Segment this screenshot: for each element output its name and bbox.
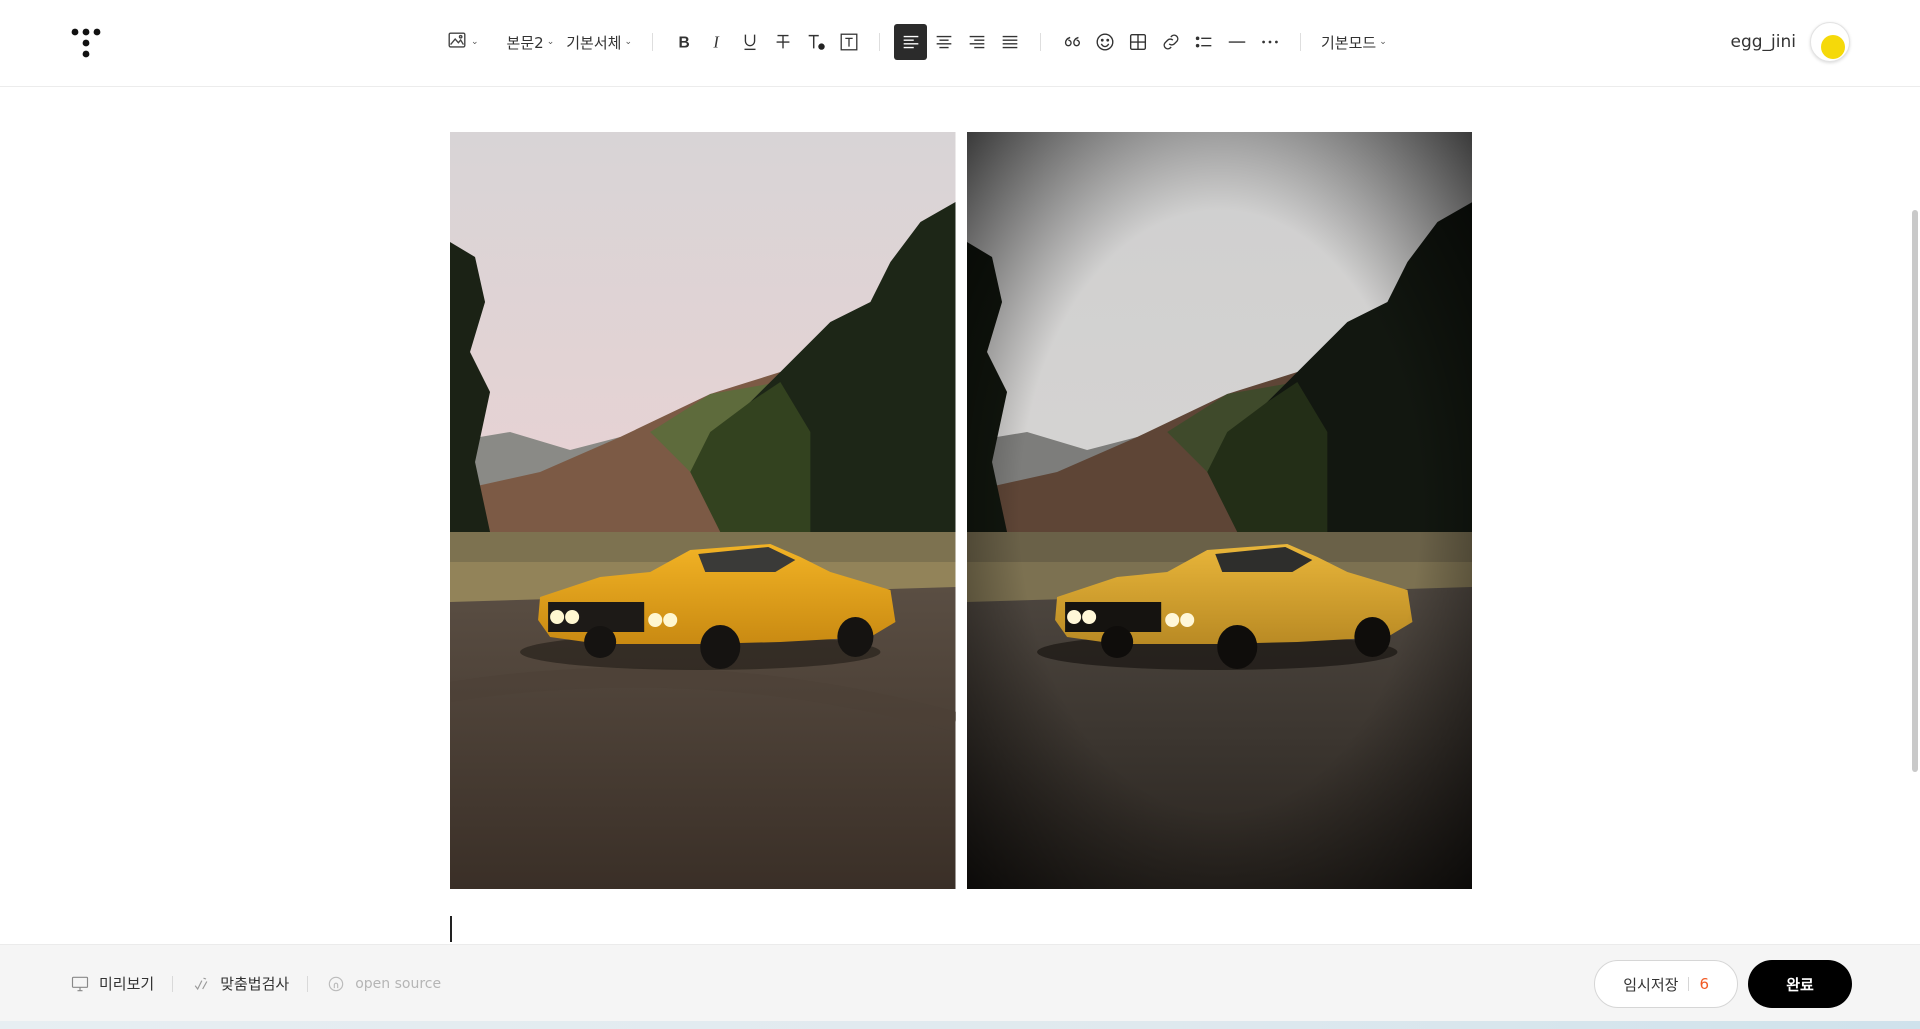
quote-icon (1064, 36, 1080, 47)
preview-button[interactable]: 미리보기 (70, 973, 154, 994)
editor-footer: 미리보기 맞춤법검사 open source 임시저장 6 완료 (0, 944, 1920, 1021)
temp-save-label: 임시저장 (1623, 975, 1679, 994)
open-source-icon (328, 976, 344, 991)
align-justify-button[interactable] (993, 24, 1026, 60)
underline-icon (744, 34, 755, 51)
temp-save-count: 6 (1699, 975, 1709, 993)
editor-mode-dropdown[interactable]: 기본모드 ⌄ (1315, 24, 1393, 60)
text-background-icon (840, 33, 857, 51)
title-divider (448, 86, 1472, 87)
monitor-icon (71, 976, 89, 991)
spellcheck-button[interactable]: 맞춤법검사 (191, 973, 289, 994)
list-button[interactable] (1187, 24, 1220, 60)
open-source-label: open source (355, 975, 442, 992)
divider-button[interactable] (1220, 24, 1253, 60)
chevron-down-icon: ⌄ (546, 37, 555, 47)
italic-button[interactable]: I (700, 24, 733, 60)
emoticon-button[interactable] (1088, 24, 1121, 60)
strikethrough-icon (776, 34, 789, 49)
link-icon (1163, 34, 1178, 50)
align-left-icon (903, 35, 918, 49)
underline-button[interactable] (733, 24, 766, 60)
vertical-scrollbar[interactable] (1912, 210, 1918, 772)
format-toolbar: ⌄ 본문2 ⌄ 기본서체 ⌄ B I 기본모드 ⌄ (440, 24, 1393, 60)
open-source-link[interactable]: open source (326, 974, 441, 994)
smile-icon (1096, 33, 1113, 51)
horizontal-line-icon (1228, 41, 1245, 43)
paragraph-style-dropdown[interactable]: 본문2 ⌄ (501, 24, 561, 60)
preview-label: 미리보기 (99, 975, 155, 993)
image-gallery (450, 132, 1472, 889)
paragraph-style-label: 본문2 (506, 33, 544, 52)
align-left-button[interactable] (894, 24, 927, 60)
align-right-icon (969, 35, 984, 49)
bold-button[interactable]: B (667, 24, 700, 60)
editor-mode-label: 기본모드 (1321, 33, 1377, 52)
font-family-label: 기본서체 (566, 33, 622, 52)
text-cursor (450, 916, 452, 942)
align-justify-icon (1002, 35, 1017, 49)
italic-icon: I (712, 33, 720, 52)
user-menu[interactable]: egg_jini (1730, 20, 1850, 64)
spellcheck-label: 맞춤법검사 (220, 975, 290, 993)
avatar[interactable] (1810, 22, 1850, 62)
text-color-button[interactable] (799, 24, 832, 60)
image-icon (446, 29, 468, 55)
image-yellow-car-original[interactable] (450, 132, 956, 889)
done-button[interactable]: 완료 (1748, 960, 1852, 1008)
table-button[interactable] (1121, 24, 1154, 60)
table-icon (1129, 33, 1146, 51)
editor-header: ⌄ 본문2 ⌄ 기본서체 ⌄ B I 기본모드 ⌄ egg_jini (0, 0, 1920, 87)
tistory-logo-icon[interactable] (70, 27, 102, 59)
align-center-button[interactable] (927, 24, 960, 60)
text-background-button[interactable] (832, 24, 865, 60)
temp-save-button[interactable]: 임시저장 6 (1594, 960, 1738, 1008)
text-color-icon (808, 34, 825, 50)
svg-text:B: B (678, 35, 689, 52)
align-right-button[interactable] (960, 24, 993, 60)
image-yellow-car-vignette[interactable] (966, 132, 1472, 889)
user-name: egg_jini (1730, 32, 1797, 52)
bold-icon: B (678, 35, 689, 52)
done-label: 완료 (1786, 975, 1814, 994)
bottom-strip (0, 1021, 1920, 1029)
chevron-down-icon: ⌄ (471, 37, 479, 47)
quote-button[interactable] (1055, 24, 1088, 60)
chevron-down-icon: ⌄ (624, 37, 632, 47)
font-family-dropdown[interactable]: 기본서체 ⌄ (560, 24, 638, 60)
list-icon (1195, 36, 1211, 48)
link-button[interactable] (1154, 24, 1187, 60)
chevron-down-icon: ⌄ (1379, 37, 1387, 47)
insert-image-button[interactable]: ⌄ (440, 24, 485, 60)
align-center-icon (936, 35, 951, 49)
more-icon (1261, 40, 1278, 44)
spellcheck-icon (194, 977, 208, 990)
svg-text:I: I (712, 33, 720, 52)
strikethrough-button[interactable] (766, 24, 799, 60)
more-button[interactable] (1253, 24, 1286, 60)
